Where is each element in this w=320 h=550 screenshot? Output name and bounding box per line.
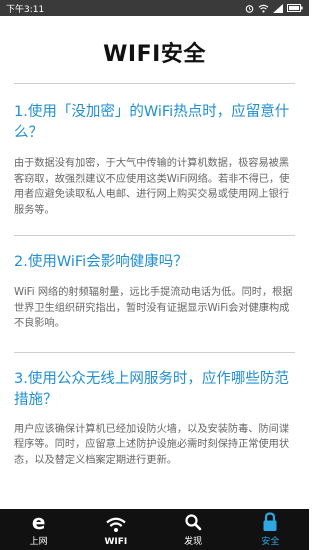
faq-item: 3.使用公众无线上网服务时，应作哪些防范措施？ 用户应该确保计算机已经加设防火墙… bbox=[0, 353, 309, 469]
tab-label: 上网 bbox=[29, 537, 48, 547]
search-icon bbox=[184, 511, 202, 533]
wifi-signal-icon bbox=[258, 4, 269, 13]
faq-question: 3.使用公众无线上网服务时，应作哪些防范措施？ bbox=[14, 370, 289, 408]
status-icons bbox=[245, 3, 303, 13]
status-time: 下午3:11 bbox=[6, 4, 45, 15]
cell-signal-icon bbox=[273, 3, 283, 13]
faq-answer: 用户应该确保计算机已经加设防火墙，以及安装防毒、防间谍程序等。同时，应留意上述防… bbox=[14, 423, 290, 466]
browser-e-icon: e bbox=[31, 510, 46, 534]
faq-item: 2.使用WiFi会影响健康吗？ WiFi 网络的射频辐射量，远比手提流动电话为低… bbox=[0, 236, 309, 352]
tab-security[interactable]: 安全 bbox=[232, 509, 309, 550]
tab-label: 发现 bbox=[184, 537, 203, 547]
page-title: WIFI安全 bbox=[103, 42, 206, 67]
lock-icon bbox=[262, 511, 278, 533]
faq-answer: 由于数据没有加密，于大气中传输的计算机数据，极容易被黑客窃取，故强烈建议不应使用… bbox=[14, 158, 290, 216]
faq-question: 2.使用WiFi会影响健康吗？ bbox=[14, 254, 188, 270]
bottom-tab-bar: e 上网 WIFI 发现 安全 bbox=[0, 509, 309, 550]
faq-list: 1.使用「没加密」的WiFi热点时，应留意什么？ 由于数据没有加密，于大气中传输… bbox=[0, 83, 309, 468]
tab-label: WIFI bbox=[104, 537, 128, 547]
tab-discover[interactable]: 发现 bbox=[155, 509, 232, 550]
faq-item: 1.使用「没加密」的WiFi热点时，应留意什么？ 由于数据没有加密，于大气中传输… bbox=[0, 84, 309, 235]
wifi-icon bbox=[106, 514, 126, 536]
status-bar: 下午3:11 bbox=[0, 0, 309, 16]
tab-browser[interactable]: e 上网 bbox=[0, 509, 77, 550]
tab-label: 安全 bbox=[261, 537, 280, 547]
alarm-icon bbox=[245, 4, 254, 13]
faq-question: 1.使用「没加密」的WiFi热点时，应留意什么？ bbox=[14, 104, 290, 141]
tab-wifi[interactable]: WIFI bbox=[77, 509, 154, 550]
battery-icon bbox=[287, 4, 303, 12]
faq-answer: WiFi 网络的射频辐射量，远比手提流动电话为低。同时，根据世界卫生组织研究指出… bbox=[14, 287, 293, 329]
